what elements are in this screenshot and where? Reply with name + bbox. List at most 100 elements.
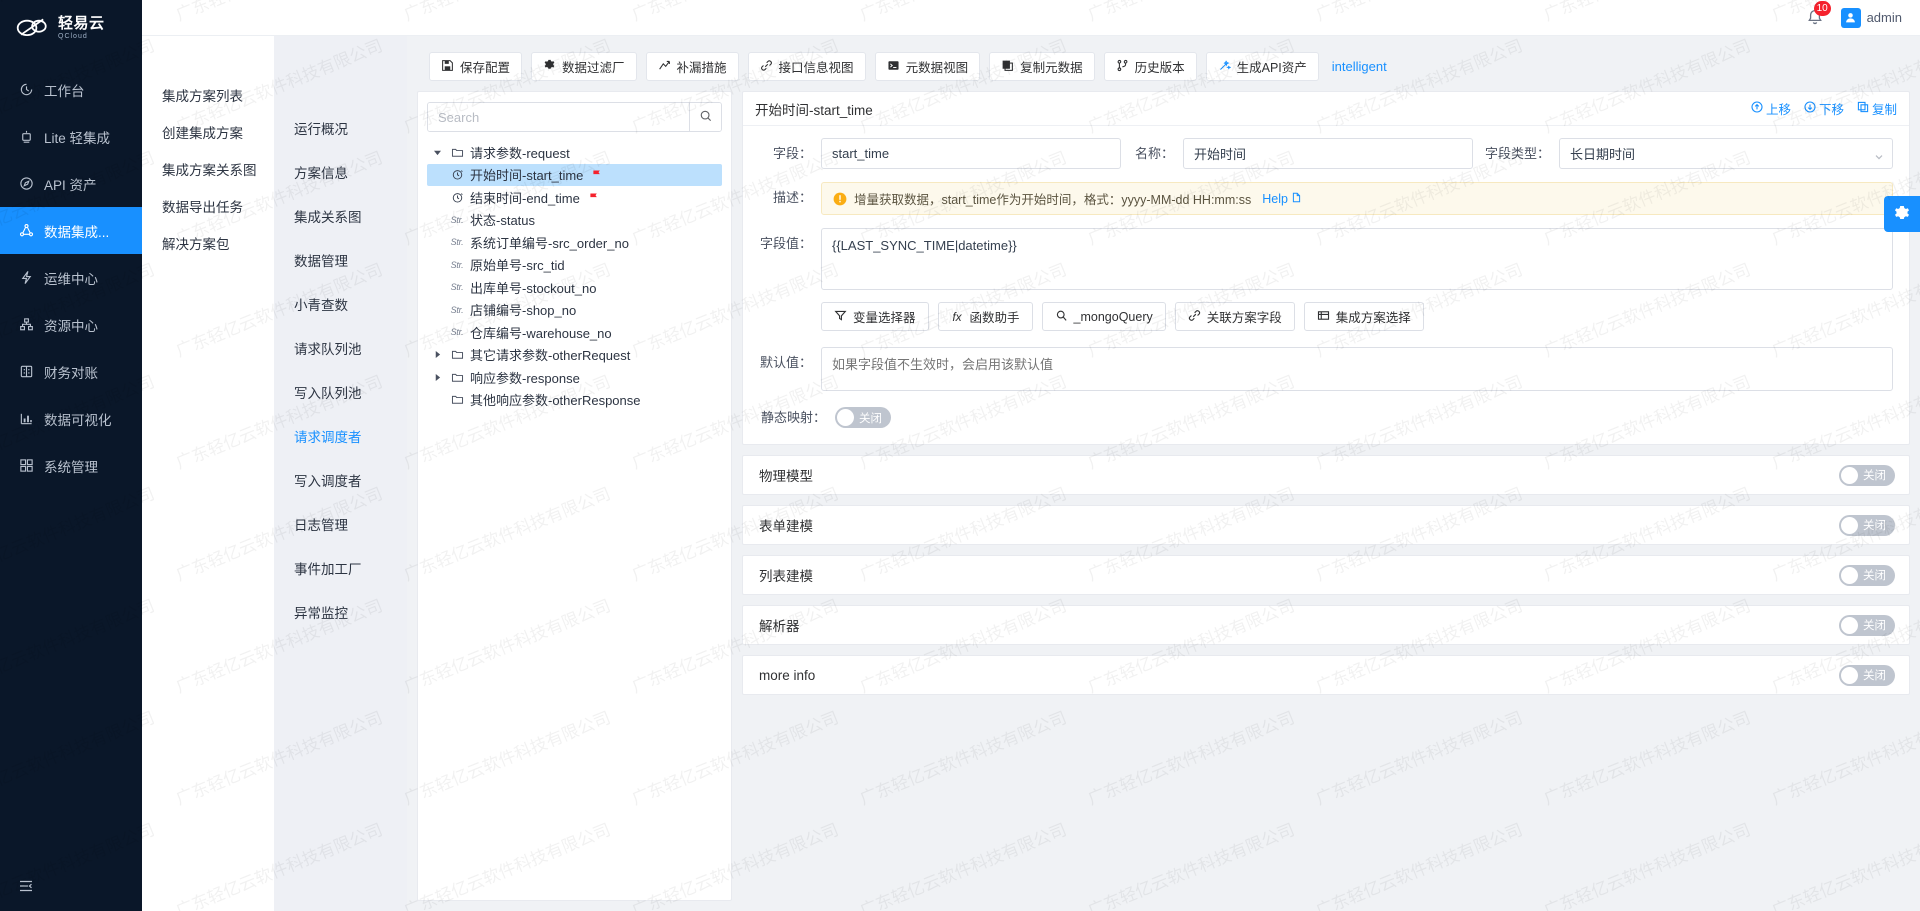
nav-item-scheme-list[interactable]: 集成方案列表	[142, 76, 274, 113]
tab-exception-monitor[interactable]: 异常监控	[274, 590, 407, 634]
tree-node-stockout-no[interactable]: Str. 出库单号-stockout_no	[427, 276, 722, 299]
help-link[interactable]: Help	[1262, 192, 1302, 206]
tab-data-management[interactable]: 数据管理	[274, 238, 407, 282]
nav-item-solution-package[interactable]: 解决方案包	[142, 224, 274, 261]
tree-node-status[interactable]: Str. 状态-status	[427, 209, 722, 232]
default-value-textarea[interactable]	[821, 347, 1893, 391]
move-down-button[interactable]: 下移	[1804, 99, 1844, 118]
generate-api-asset-button[interactable]: 生成API资产	[1205, 52, 1319, 81]
intelligent-link[interactable]: intelligent	[1332, 59, 1387, 74]
form-modeling-toggle[interactable]: 关闭	[1839, 514, 1895, 536]
accordion-list-modeling[interactable]: 列表建模 关闭	[742, 555, 1910, 595]
tab-scheme-info[interactable]: 方案信息	[274, 150, 407, 194]
copy-field-button[interactable]: 复制	[1857, 99, 1897, 118]
tree-node-start-time[interactable]: 开始时间-start_time	[427, 163, 722, 186]
metadata-view-button[interactable]: 元数据视图	[874, 52, 981, 81]
clock-icon	[18, 82, 34, 98]
function-helper-button[interactable]: fx 函数助手	[937, 302, 1033, 331]
tab-relation-graph[interactable]: 集成关系图	[274, 194, 407, 238]
more-info-toggle[interactable]: 关闭	[1839, 664, 1895, 686]
data-filter-button[interactable]: 数据过滤厂	[531, 52, 637, 81]
nav-item-create-scheme[interactable]: 创建集成方案	[142, 113, 274, 150]
tree-node-response[interactable]: 响应参数-response	[427, 366, 722, 389]
chevron-right-icon[interactable]	[431, 351, 444, 359]
tab-log-management[interactable]: 日志管理	[274, 502, 407, 546]
tab-request-queue-pool[interactable]: 请求队列池	[274, 326, 407, 370]
settings-fab-button[interactable]	[1884, 196, 1920, 232]
tree-node-src-tid[interactable]: Str. 原始单号-src_tid	[427, 254, 722, 277]
accordion-more-info[interactable]: more info 关闭	[742, 655, 1910, 695]
tree-node-other-response[interactable]: 其他响应参数-otherResponse	[427, 389, 722, 412]
sidebar-item-api-assets[interactable]: API 资产	[0, 160, 142, 207]
collapse-icon	[18, 878, 34, 897]
field-name-input[interactable]	[1183, 138, 1473, 169]
field-type-select[interactable]	[1559, 138, 1893, 169]
sidebar-item-finance[interactable]: 财务对账	[0, 348, 142, 395]
search-button[interactable]	[689, 103, 721, 131]
tab-event-factory[interactable]: 事件加工厂	[274, 546, 407, 590]
user-menu[interactable]: admin	[1840, 7, 1902, 28]
accordion-physical-model[interactable]: 物理模型 关闭	[742, 455, 1910, 495]
tree-node-shop-no[interactable]: Str. 店铺编号-shop_no	[427, 299, 722, 322]
field-code-label: 字段：	[772, 146, 812, 161]
static-mapping-toggle[interactable]: 关闭	[835, 407, 891, 428]
sidebar-item-resource-center[interactable]: 资源中心	[0, 301, 142, 348]
field-type-value[interactable]	[1559, 138, 1893, 169]
tree-node-src-order-no[interactable]: Str. 系统订单编号-src_order_no	[427, 231, 722, 254]
sidebar-item-data-integration[interactable]: 数据集成...	[0, 207, 142, 254]
list-modeling-toggle[interactable]: 关闭	[1839, 564, 1895, 586]
history-version-button[interactable]: 历史版本	[1103, 52, 1197, 81]
tree-node-other-request[interactable]: 其它请求参数-otherRequest	[427, 344, 722, 367]
toggle-knob	[1841, 616, 1858, 634]
sidebar-item-system-admin[interactable]: 系统管理	[0, 442, 142, 489]
field-value-textarea[interactable]: {{LAST_SYNC_TIME|datetime}}	[821, 228, 1893, 290]
nav-label: 日志管理	[294, 518, 348, 533]
copy-metadata-button[interactable]: 复制元数据	[989, 52, 1095, 81]
mongo-query-button[interactable]: _mongoQuery	[1041, 302, 1166, 331]
chevron-down-icon[interactable]	[431, 149, 444, 156]
physical-model-toggle[interactable]: 关闭	[1839, 464, 1895, 486]
sidebar-item-ops-center[interactable]: 运维中心	[0, 254, 142, 301]
field-name-label: 名称：	[1134, 146, 1174, 161]
magic-icon	[1218, 59, 1232, 75]
value-helper-buttons: 变量选择器 fx 函数助手 _mongoQuery 关联方案字段 集成方案选择	[821, 302, 1893, 331]
patch-measure-button[interactable]: 补漏措施	[645, 52, 739, 81]
tab-xiaoqing-query[interactable]: 小青查数	[274, 282, 407, 326]
chevron-right-icon[interactable]	[431, 373, 444, 381]
tab-request-scheduler[interactable]: 请求调度者	[274, 414, 407, 458]
parser-toggle[interactable]: 关闭	[1839, 614, 1895, 636]
variable-selector-button[interactable]: 变量选择器	[821, 302, 929, 331]
tab-run-overview[interactable]: 运行概况	[274, 106, 407, 150]
tree-node-request[interactable]: 请求参数-request	[427, 141, 722, 164]
brand-name-en: QCloud	[58, 33, 88, 40]
search-input[interactable]	[428, 103, 689, 131]
sidebar-item-workbench[interactable]: 工作台	[0, 66, 142, 113]
save-config-button[interactable]: 保存配置	[429, 52, 523, 81]
brand-logo[interactable]: 轻易云 QCloud	[0, 0, 142, 56]
sidebar-item-lite[interactable]: Lite 轻集成	[0, 113, 142, 160]
sidebar-collapse-button[interactable]	[0, 863, 142, 911]
accordion-parser[interactable]: 解析器 关闭	[742, 605, 1910, 645]
sidebar-item-visualization[interactable]: 数据可视化	[0, 395, 142, 442]
panes: 请求参数-request 开始时间-start_time	[417, 91, 1910, 911]
tab-write-scheduler[interactable]: 写入调度者	[274, 458, 407, 502]
notifications-button[interactable]: 10	[1805, 0, 1831, 28]
description-banner: 增量获取数据，start_time作为开始时间，格式：yyyy-MM-dd HH…	[821, 182, 1893, 215]
layers-icon	[1317, 309, 1330, 325]
string-type-icon: Str.	[450, 327, 464, 338]
parameter-tree-pane: 请求参数-request 开始时间-start_time	[417, 91, 732, 901]
nav-item-scheme-graph[interactable]: 集成方案关系图	[142, 150, 274, 187]
interface-info-view-button[interactable]: 接口信息视图	[747, 52, 866, 81]
tree-node-end-time[interactable]: 结束时间-end_time	[427, 186, 722, 209]
related-scheme-field-button[interactable]: 关联方案字段	[1174, 302, 1295, 331]
field-code-input[interactable]	[821, 138, 1121, 169]
tab-write-queue-pool[interactable]: 写入队列池	[274, 370, 407, 414]
accordion-label: 表单建模	[759, 519, 813, 534]
action-label: 复制	[1871, 103, 1897, 117]
integration-scheme-select-button[interactable]: 集成方案选择	[1303, 302, 1424, 331]
search-icon	[699, 109, 713, 126]
nav-item-export-task[interactable]: 数据导出任务	[142, 187, 274, 224]
tree-node-warehouse-no[interactable]: Str. 仓库编号-warehouse_no	[427, 321, 722, 344]
accordion-form-modeling[interactable]: 表单建模 关闭	[742, 505, 1910, 545]
move-up-button[interactable]: 上移	[1751, 99, 1791, 118]
